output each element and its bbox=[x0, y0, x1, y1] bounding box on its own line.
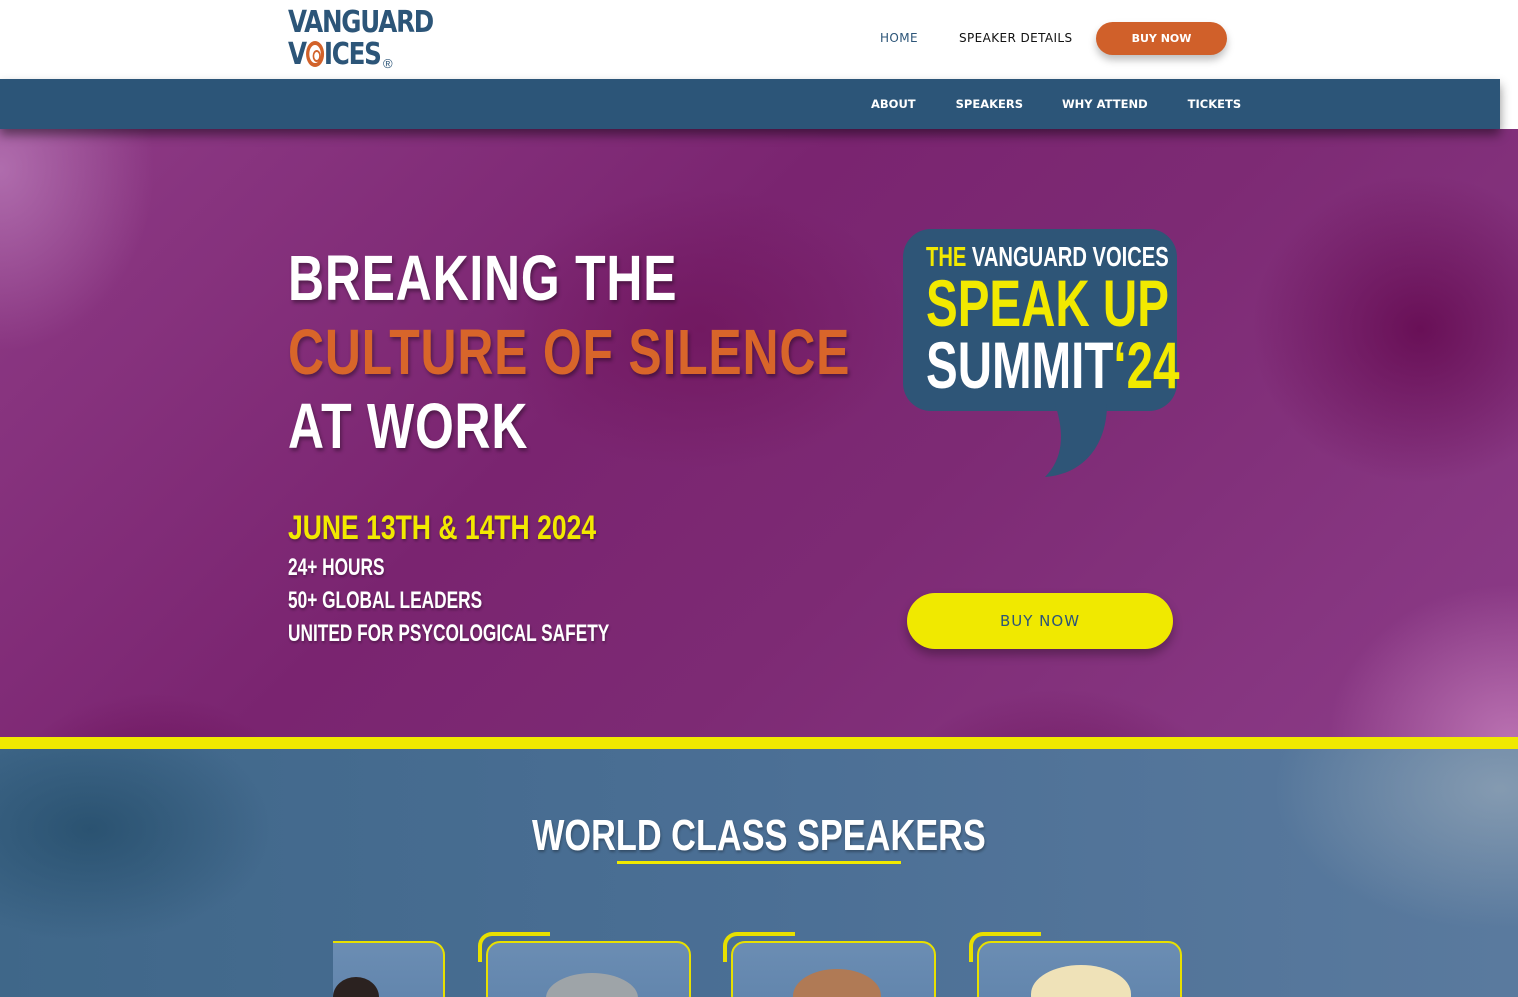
section-nav-bar: ABOUT SPEAKERS WHY ATTEND TICKETS bbox=[0, 79, 1500, 129]
registered-mark: ® bbox=[383, 56, 393, 71]
hero-headline: BREAKING THE CULTURE OF SILENCE AT WORK bbox=[288, 241, 850, 463]
speaker-card[interactable] bbox=[731, 941, 936, 997]
speaker-photo bbox=[333, 977, 379, 997]
speaker-card[interactable] bbox=[977, 941, 1182, 997]
speakers-heading-text: WORLD CLASS SPEAKERS bbox=[532, 811, 986, 860]
buy-now-hero-button[interactable]: BUY NOW bbox=[907, 593, 1173, 649]
logo-letter-v: V bbox=[288, 37, 307, 72]
logo-line-vanguard: VANGUARD bbox=[288, 5, 434, 40]
headline-line-2: CULTURE OF SILENCE bbox=[288, 316, 851, 388]
summit-badge-text: THE VANGUARD VOICES SPEAK UP SUMMIT‘24 bbox=[926, 241, 1278, 398]
nav-home-link[interactable]: HOME bbox=[880, 31, 918, 45]
section-nav-about[interactable]: ABOUT bbox=[871, 97, 916, 111]
vanguard-voices-logo[interactable]: VANGUARD V ICES ® bbox=[288, 5, 434, 72]
fact-leaders: 50+ GLOBAL LEADERS bbox=[288, 587, 483, 614]
section-nav-links: ABOUT SPEAKERS WHY ATTEND TICKETS bbox=[871, 97, 1241, 111]
swirl-icon bbox=[305, 41, 324, 67]
speaker-card[interactable] bbox=[486, 941, 691, 997]
fact-mission: UNITED FOR PSYCOLOGICAL SAFETY bbox=[288, 620, 610, 647]
nav-speaker-details-link[interactable]: SPEAKER DETAILS bbox=[959, 31, 1073, 45]
speakers-heading: WORLD CLASS SPEAKERS bbox=[0, 811, 1518, 861]
badge-line-summit: SUMMIT‘24 bbox=[926, 332, 1179, 398]
heading-underline bbox=[617, 861, 901, 864]
section-nav-speakers[interactable]: SPEAKERS bbox=[956, 97, 1023, 111]
top-nav: HOME SPEAKER DETAILS bbox=[880, 31, 1073, 45]
badge-speak-up: SPEAK UP bbox=[926, 266, 1169, 340]
event-date: JUNE 13TH & 14TH 2024 bbox=[288, 509, 597, 547]
speakers-section: WORLD CLASS SPEAKERS bbox=[0, 749, 1518, 997]
badge-year: ‘24 bbox=[1113, 328, 1180, 402]
badge-summit: SUMMIT bbox=[926, 328, 1114, 402]
yellow-divider bbox=[0, 737, 1518, 749]
hero-section: BREAKING THE CULTURE OF SILENCE AT WORK … bbox=[0, 129, 1518, 737]
speaker-photo bbox=[1031, 965, 1131, 997]
speaker-photo bbox=[793, 969, 881, 997]
section-nav-tickets[interactable]: TICKETS bbox=[1188, 97, 1241, 111]
fact-hours: 24+ HOURS bbox=[288, 554, 385, 581]
speech-bubble-tail-icon bbox=[1035, 404, 1107, 477]
event-facts: 24+ HOURS 50+ GLOBAL LEADERS UNITED FOR … bbox=[288, 551, 734, 650]
headline-line-3: AT WORK bbox=[288, 390, 529, 462]
buy-now-header-button[interactable]: BUY NOW bbox=[1096, 22, 1227, 55]
section-nav-why-attend[interactable]: WHY ATTEND bbox=[1062, 97, 1148, 111]
logo-letters-ices: ICES bbox=[323, 37, 382, 72]
speaker-photo bbox=[546, 973, 638, 997]
headline-line-1: BREAKING THE bbox=[288, 242, 678, 314]
top-header: VANGUARD V ICES ® HOME SPEAKER DETAILS BU… bbox=[0, 0, 1518, 79]
speaker-card[interactable] bbox=[333, 941, 445, 997]
